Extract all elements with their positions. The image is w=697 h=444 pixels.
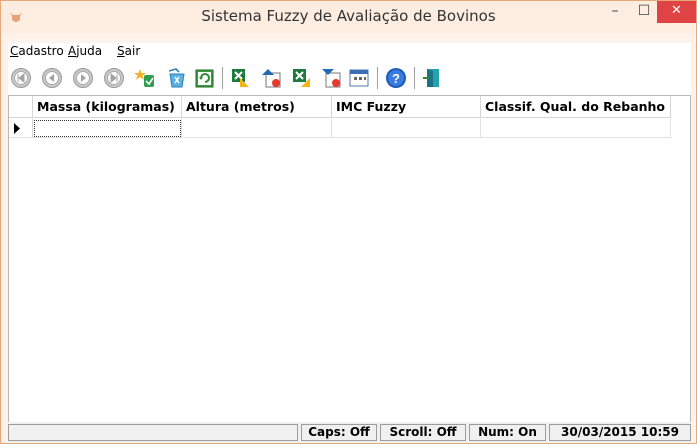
cell-altura[interactable] [182,119,332,138]
import-data-icon[interactable] [320,67,342,89]
window-title: Sistema Fuzzy de Avaliação de Bovinos [201,7,496,25]
data-grid[interactable]: Massa (kilogramas) Altura (metros) IMC F… [8,95,691,423]
menu-cadastro[interactable]: Cadastro [10,44,64,58]
calendar-icon[interactable] [348,67,370,89]
cell-massa[interactable] [33,119,182,138]
toolbar-separator [377,67,378,89]
help-icon[interactable]: ? [385,67,407,89]
export-excel-icon[interactable] [291,67,313,89]
row-indicator-header [9,96,33,118]
export-data-icon[interactable] [260,67,282,89]
close-button[interactable]: ✕ [657,1,696,23]
toolbar-separator [222,67,223,89]
column-header-massa[interactable]: Massa (kilogramas) [33,96,182,118]
maximize-button[interactable]: ☐ [629,1,659,23]
title-bar[interactable]: Sistema Fuzzy de Avaliação de Bovinos – … [1,1,696,33]
row-indicator[interactable] [9,119,33,138]
column-header-classificacao[interactable]: Classif. Qual. do Rebanho [481,96,671,118]
menu-ajuda[interactable]: Ajuda [68,44,102,58]
column-header-altura[interactable]: Altura (metros) [182,96,332,118]
main-window: Sistema Fuzzy de Avaliação de Bovinos – … [0,0,697,444]
column-header-imc[interactable]: IMC Fuzzy [332,96,481,118]
exit-door-icon[interactable] [421,67,443,89]
status-datetime: 30/03/2015 10:59 [549,424,691,441]
delete-record-icon[interactable] [166,67,188,89]
current-row-arrow-icon [14,123,20,134]
toolbar: ? [8,61,691,95]
status-panel-empty [8,424,298,441]
toolbar-separator [414,67,415,89]
first-record-icon[interactable] [10,67,32,89]
cell-classificacao[interactable] [481,119,671,138]
menu-sair[interactable]: Sair [117,44,140,58]
new-record-icon[interactable] [134,67,156,89]
next-record-icon[interactable] [72,67,94,89]
status-caps: Caps: Off [301,424,377,441]
svg-text:?: ? [392,71,400,86]
last-record-icon[interactable] [103,67,125,89]
refresh-icon[interactable] [194,67,216,89]
status-num: Num: On [469,424,546,441]
previous-record-icon[interactable] [41,67,63,89]
status-bar: Caps: Off Scroll: Off Num: On 30/03/2015… [8,422,691,442]
menu-bar: Cadastro Ajuda Sair [8,43,691,61]
cell-imc[interactable] [332,119,481,138]
import-excel-icon[interactable] [230,67,252,89]
minimize-button[interactable]: – [600,1,630,23]
status-scroll: Scroll: Off [380,424,466,441]
